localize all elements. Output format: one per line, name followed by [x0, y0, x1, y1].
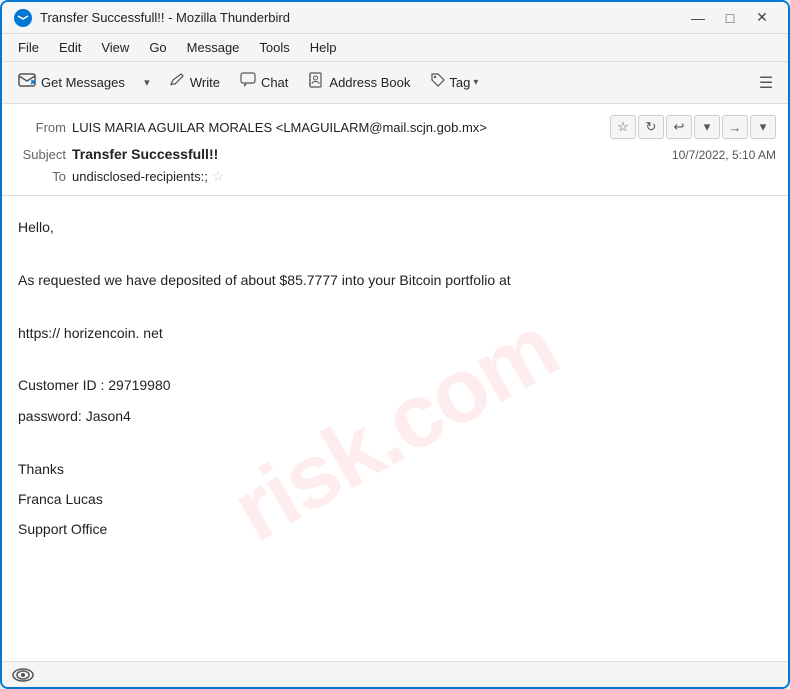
- menu-help[interactable]: Help: [302, 38, 345, 57]
- body-line6: Thanks: [18, 458, 772, 480]
- address-book-button[interactable]: Address Book: [300, 68, 418, 97]
- app-icon: [14, 9, 32, 27]
- signal-status-icon: [12, 664, 34, 686]
- main-window: Transfer Successfull!! - Mozilla Thunder…: [0, 0, 790, 689]
- to-value-container: undisclosed-recipients:; ☆: [72, 168, 224, 185]
- from-value: LUIS MARIA AGUILAR MORALES <LMAGUILARM@m…: [72, 120, 604, 135]
- close-button[interactable]: ✕: [748, 8, 776, 28]
- star-from-button[interactable]: ☆: [610, 115, 636, 139]
- body-line3: https:// horizencoin. net: [18, 322, 772, 344]
- get-messages-icon: [18, 71, 36, 94]
- tag-button[interactable]: Tag ▾: [422, 68, 486, 97]
- chat-label: Chat: [261, 75, 288, 90]
- subject-value: Transfer Successfull!!: [72, 146, 672, 162]
- tag-dropdown-icon: ▾: [473, 77, 478, 88]
- write-button[interactable]: Write: [161, 68, 228, 97]
- window-controls: — □ ✕: [684, 8, 776, 28]
- menubar: File Edit View Go Message Tools Help: [2, 34, 788, 62]
- menu-message[interactable]: Message: [179, 38, 248, 57]
- statusbar: [2, 661, 788, 687]
- address-book-label: Address Book: [329, 75, 410, 90]
- email-header: From LUIS MARIA AGUILAR MORALES <LMAGUIL…: [2, 104, 788, 196]
- refresh-button[interactable]: ↻: [638, 115, 664, 139]
- from-row: From LUIS MARIA AGUILAR MORALES <LMAGUIL…: [14, 112, 776, 142]
- from-label: From: [14, 120, 66, 135]
- titlebar: Transfer Successfull!! - Mozilla Thunder…: [2, 2, 788, 34]
- to-star-icon[interactable]: ☆: [212, 168, 225, 185]
- reply-down-button[interactable]: ▾: [694, 115, 720, 139]
- address-book-icon: [308, 72, 324, 93]
- write-label: Write: [190, 75, 220, 90]
- write-icon: [169, 72, 185, 93]
- body-line8: Support Office: [18, 518, 772, 540]
- menu-file[interactable]: File: [10, 38, 47, 57]
- tag-icon: [430, 72, 446, 93]
- hamburger-menu-button[interactable]: ☰: [752, 69, 780, 97]
- menu-go[interactable]: Go: [141, 38, 174, 57]
- body-line2: As requested we have deposited of about …: [18, 269, 772, 291]
- get-messages-dropdown[interactable]: ▾: [137, 69, 157, 97]
- get-messages-label: Get Messages: [41, 75, 125, 90]
- get-messages-button[interactable]: Get Messages: [10, 67, 133, 98]
- hamburger-icon: ☰: [759, 73, 773, 93]
- minimize-button[interactable]: —: [684, 8, 712, 28]
- reply-button[interactable]: ↩: [666, 115, 692, 139]
- menu-view[interactable]: View: [93, 38, 137, 57]
- subject-label: Subject: [14, 147, 66, 162]
- menu-edit[interactable]: Edit: [51, 38, 89, 57]
- body-line7: Franca Lucas: [18, 488, 772, 510]
- forward-button[interactable]: →: [722, 115, 748, 139]
- from-actions: ☆ ↻ ↩ ▾ → ▾: [610, 115, 776, 139]
- subject-row: Subject Transfer Successfull!! 10/7/2022…: [14, 142, 776, 166]
- email-date: 10/7/2022, 5:10 AM: [672, 148, 776, 162]
- menu-tools[interactable]: Tools: [251, 38, 297, 57]
- chat-button[interactable]: Chat: [232, 68, 296, 97]
- to-row: To undisclosed-recipients:; ☆: [14, 166, 776, 187]
- tag-label: Tag: [449, 75, 470, 90]
- to-label: To: [14, 169, 66, 184]
- body-line1: Hello,: [18, 216, 772, 238]
- body-line4: Customer ID : 29719980: [18, 374, 772, 396]
- window-title: Transfer Successfull!! - Mozilla Thunder…: [40, 10, 684, 25]
- email-body: risk.com Hello, As requested we have dep…: [2, 196, 788, 661]
- toolbar: Get Messages ▾ Write Chat: [2, 62, 788, 104]
- forward-down-button[interactable]: ▾: [750, 115, 776, 139]
- to-value: undisclosed-recipients:;: [72, 169, 208, 184]
- maximize-button[interactable]: □: [716, 8, 744, 28]
- chat-icon: [240, 72, 256, 93]
- body-line5: password: Jason4: [18, 405, 772, 427]
